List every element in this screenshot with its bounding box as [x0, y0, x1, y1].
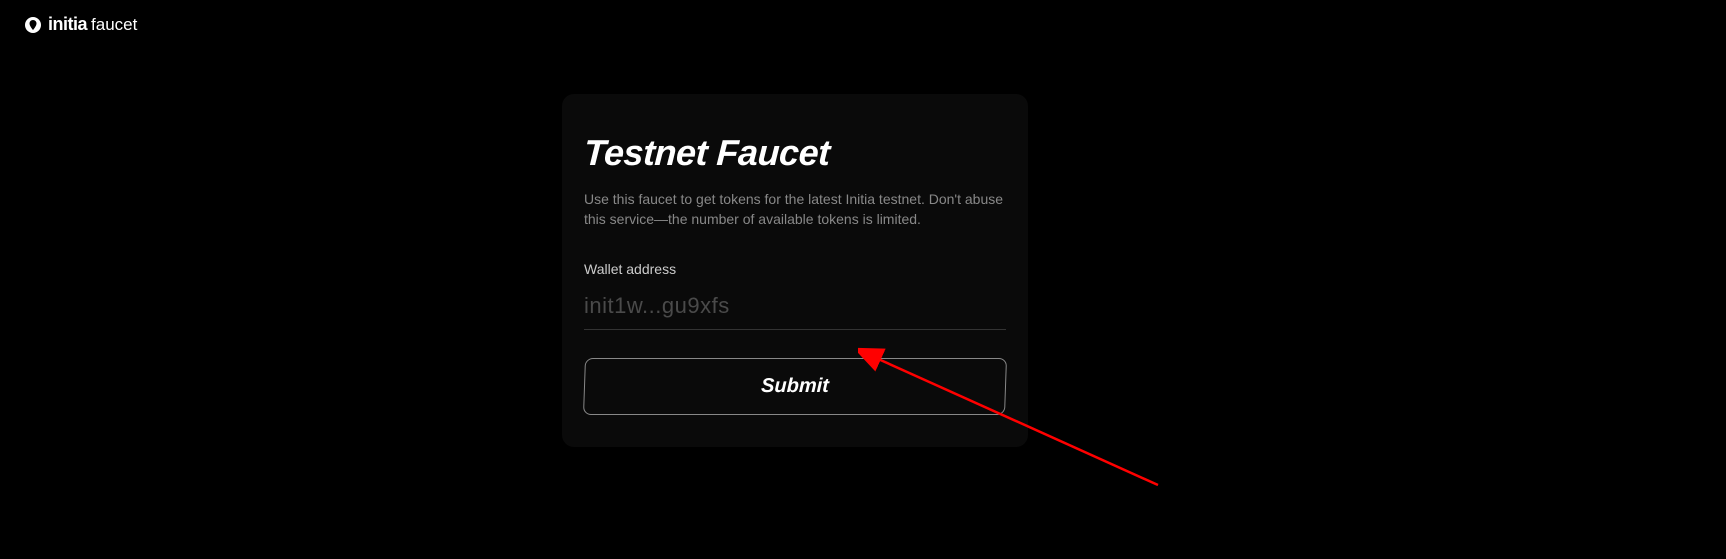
faucet-card: Testnet Faucet Use this faucet to get to…: [562, 94, 1028, 447]
card-title: Testnet Faucet: [583, 132, 1007, 174]
logo-icon: [24, 16, 42, 34]
logo-text: initia faucet: [48, 14, 137, 35]
logo-brand: initia: [48, 14, 87, 35]
app-header: initia faucet: [24, 14, 137, 35]
logo-product: faucet: [91, 15, 137, 35]
wallet-address-input[interactable]: [584, 287, 1006, 330]
card-description: Use this faucet to get tokens for the la…: [584, 190, 1006, 229]
wallet-address-label: Wallet address: [584, 261, 1006, 277]
submit-button[interactable]: Submit: [583, 358, 1007, 415]
